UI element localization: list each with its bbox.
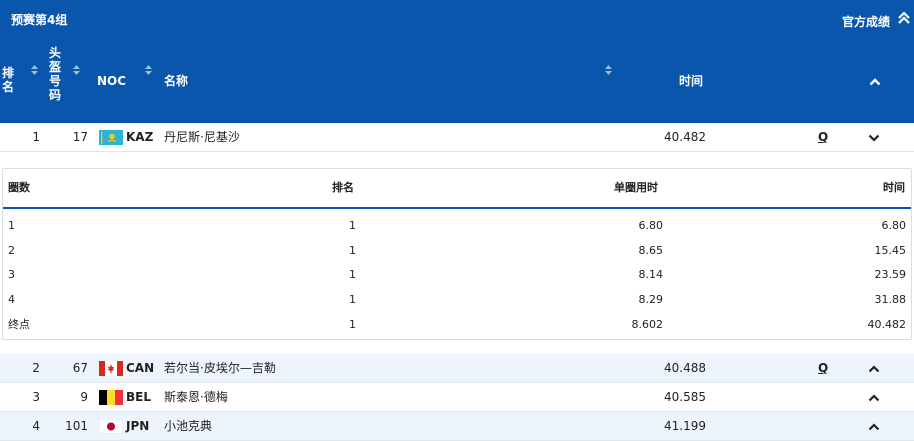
official-results-link[interactable]: 官方成绩 <box>842 13 890 30</box>
sort-name-icon[interactable] <box>604 64 613 76</box>
col-bib-label: 头盔号码 <box>49 46 62 102</box>
lap-time: 8.14 <box>638 268 664 281</box>
lap-cumulative-time: 31.88 <box>874 293 907 306</box>
cumulative-time-col-header: 时间 <box>883 181 905 194</box>
chevron-up-icon[interactable] <box>868 75 882 89</box>
lap-col-header: 圈数 <box>8 181 30 194</box>
col-rank-label: 排名 <box>2 66 15 94</box>
time-cell: 41.199 <box>664 419 706 433</box>
lap-rank: 1 <box>349 268 356 281</box>
lap-cumulative-time: 40.482 <box>867 318 907 331</box>
lap-time: 8.29 <box>638 293 664 306</box>
lap-time-col-header: 单圈用时 <box>614 181 658 194</box>
lap-rank: 1 <box>349 293 356 306</box>
lap-cumulative-time: 15.45 <box>874 244 907 257</box>
qualification-badge: Q <box>818 130 829 144</box>
lap-rank: 1 <box>349 318 356 331</box>
lap-number: 2 <box>8 244 15 257</box>
chevron-up-icon[interactable] <box>867 420 881 434</box>
qualification-badge: Q <box>818 361 829 375</box>
time-cell: 40.585 <box>664 390 706 404</box>
chevron-down-icon[interactable] <box>867 131 881 145</box>
col-name-header[interactable]: 名称 <box>164 74 188 88</box>
time-cell: 40.482 <box>664 130 706 144</box>
lap-time: 8.65 <box>638 244 664 257</box>
results-header: 预赛第4组 官方成绩 排名 头盔号码 NOC 名称 时间 <box>0 0 914 123</box>
lap-rank: 1 <box>349 219 356 232</box>
lap-table-header: 圈数 排名 单圈用时 时间 <box>3 169 911 209</box>
table-row[interactable]: 1 17 KAZ 丹尼斯·尼基沙 40.482 Q <box>0 123 914 152</box>
time-cell: 40.488 <box>664 361 706 375</box>
lap-rank-col-header: 排名 <box>332 181 354 194</box>
lap-number: 3 <box>8 268 15 281</box>
lap-rank: 1 <box>349 244 356 257</box>
lap-time: 6.80 <box>638 219 664 232</box>
group-title: 预赛第4组 <box>11 13 68 27</box>
chevron-up-icon[interactable] <box>867 391 881 405</box>
lap-details-panel: 圈数 排名 单圈用时 时间 1 1 6.80 6.80 2 1 8.65 15.… <box>2 168 912 340</box>
collapse-all-icon[interactable] <box>896 9 912 25</box>
table-row[interactable]: 3 9 BEL 斯泰恩·德梅 40.585 <box>0 383 914 412</box>
lap-cumulative-time: 6.80 <box>881 219 907 232</box>
lap-number: 1 <box>8 219 15 232</box>
sort-bib-icon[interactable] <box>72 64 81 76</box>
chevron-up-icon[interactable] <box>867 362 881 376</box>
table-row[interactable]: 4 101 JPN 小池克典 41.199 <box>0 412 914 441</box>
lap-number: 终点 <box>8 318 30 331</box>
col-time-header[interactable]: 时间 <box>679 74 703 88</box>
lap-time: 8.602 <box>631 318 664 331</box>
sort-rank-icon[interactable] <box>30 64 39 76</box>
col-rank-header[interactable]: 排名 <box>2 66 16 94</box>
col-bib-header[interactable]: 头盔号码 <box>49 46 63 102</box>
lap-number: 4 <box>8 293 15 306</box>
table-row[interactable]: 2 67 CAN 若尔当·皮埃尔—吉勒 40.488 Q <box>0 354 914 383</box>
lap-cumulative-time: 23.59 <box>874 268 907 281</box>
col-noc-header[interactable]: NOC <box>97 74 126 88</box>
sort-noc-icon[interactable] <box>144 64 153 76</box>
